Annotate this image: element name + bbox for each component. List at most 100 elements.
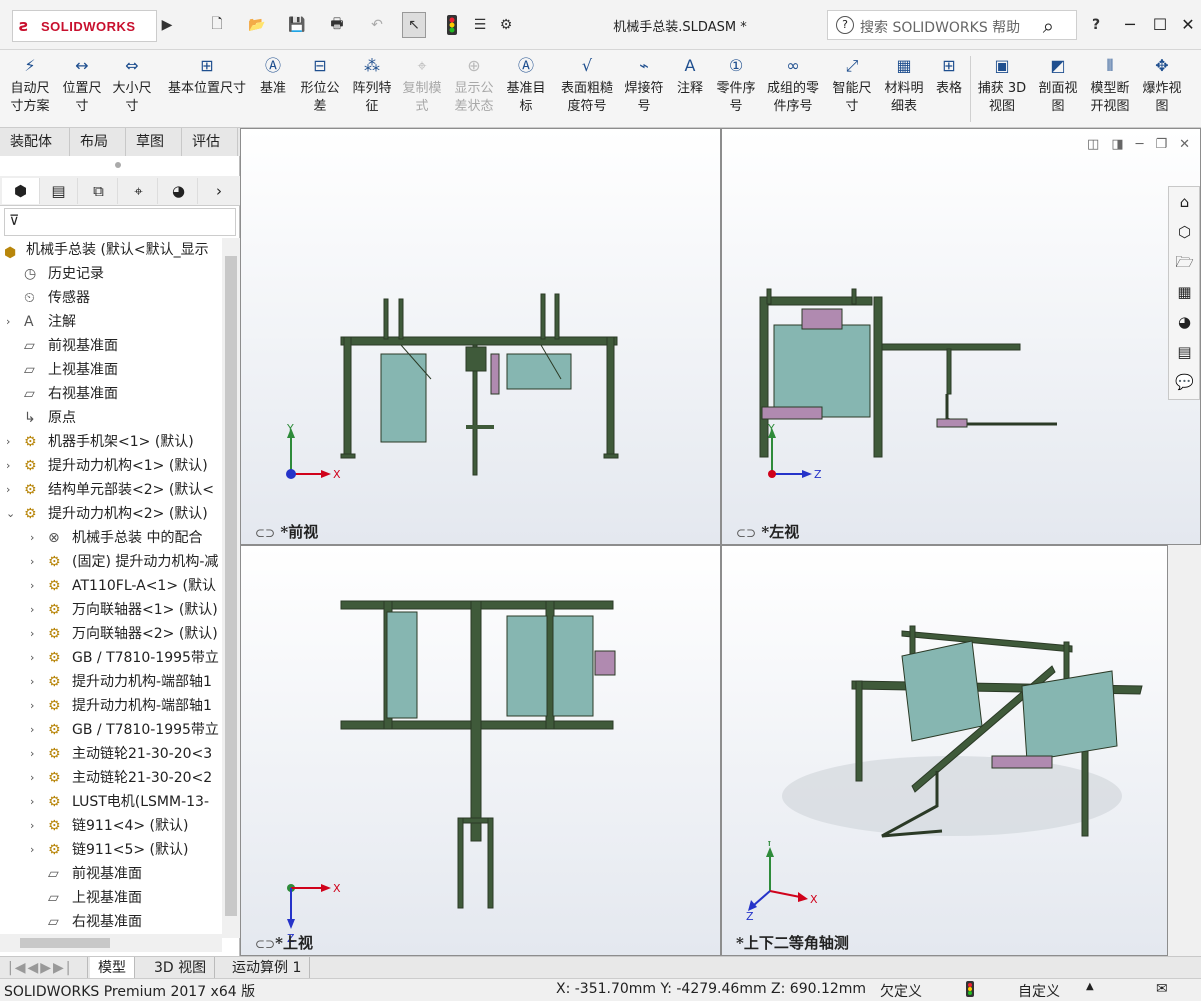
appearances-scenes-icon[interactable]: ◕ [1171,309,1198,335]
tab-scroll-arrows-icon[interactable]: |◀◀▶▶| [0,957,88,979]
cmd-model-break-view-button[interactable]: ⫴ 模型断 开视图 [1086,54,1134,116]
tab-0[interactable]: 装配体 [0,128,70,156]
bottom-tab-1[interactable]: 3D 视图 [146,957,216,979]
rebuild-status-icon[interactable] [966,981,974,1001]
tree-item[interactable]: › ⚙ 提升动力机构-端部轴1 [0,670,222,694]
tree-item[interactable]: ⏲ 传感器 [0,286,222,310]
expand-chevron-icon[interactable]: › [6,430,16,454]
dimxpert-manager-tab-icon[interactable]: ⌖ [120,178,158,204]
unit-dropdown-icon[interactable]: ▲ [1086,981,1094,992]
bottom-tab-2[interactable]: 运动算例 1 [224,957,311,979]
tree-item[interactable]: › ⚙ 万向联轴器<2> (默认) [0,622,222,646]
tree-item[interactable]: ↳ 原点 [0,406,222,430]
expand-chevron-icon[interactable]: › [30,622,40,646]
save-icon[interactable]: 💾 [286,12,308,38]
cmd-balloon-button[interactable]: ① 零件序 号 [712,54,760,116]
expand-chevron-icon[interactable]: › [30,814,40,838]
tree-item[interactable]: ▱ 右视基准面 [0,382,222,406]
solidworks-forum-icon[interactable]: 💬 [1171,369,1198,395]
expand-chevron-icon[interactable]: › [30,646,40,670]
cmd-capture-3d-view-button[interactable]: ▣ 捕获 3D 视图 [974,54,1030,116]
tree-item[interactable]: ⌄ ⚙ 提升动力机构<2> (默认) [0,502,222,526]
tree-item[interactable]: › ⚙ 结构单元部装<2> (默认< [0,478,222,502]
close-icon[interactable]: ✕ [1174,12,1201,38]
tree-item[interactable]: › ⚙ 链911<4> (默认) [0,814,222,838]
tree-item[interactable]: › ⚙ GB / T7810-1995带立 [0,646,222,670]
panel-grip[interactable] [115,162,121,168]
cmd-datum-target-button[interactable]: Ⓐ 基准目 标 [502,54,550,116]
expand-chevron-icon[interactable]: › [6,478,16,502]
file-explorer-icon[interactable]: 🗁 [1171,249,1198,275]
view-palette-icon[interactable]: ▦ [1171,279,1198,305]
help-search-box[interactable]: ? 搜索 SOLIDWORKS 帮助 ⌕ [827,10,1077,40]
collapse-chevron-icon[interactable]: ⌄ [6,502,16,526]
bottom-tab-0[interactable]: 模型 [90,957,135,979]
tree-filter-input[interactable]: ⊽ [4,208,236,236]
expand-chevron-icon[interactable]: › [30,790,40,814]
tree-vertical-scrollbar[interactable] [222,238,240,938]
tree-item[interactable]: › ⚙ 提升动力机构<1> (默认) [0,454,222,478]
tree-item[interactable]: › ⊗ 机械手总装 中的配合 [0,526,222,550]
cmd-geometric-tolerance-button[interactable]: ⊟ 形位公 差 [296,54,344,116]
cmd-show-tolerance-status-button[interactable]: ⊕ 显示公 差状态 [450,54,498,116]
help-button[interactable]: ? [1086,12,1106,38]
cmd-exploded-view-button[interactable]: ✥ 爆炸视 图 [1138,54,1186,116]
expand-chevron-icon[interactable]: › [30,742,40,766]
cmd-pattern-feature-button[interactable]: ⁂ 阵列特 征 [348,54,396,116]
cmd-copy-scheme-button[interactable]: ⌖ 复制模 式 [398,54,446,116]
cmd-table-button[interactable]: ⊞ 表格 [932,54,966,98]
cmd-datum-button[interactable]: Ⓐ 基准 [256,54,290,98]
select-cursor-icon[interactable]: ↖ [402,12,426,38]
tree-root-assembly[interactable]: ⬢机械手总装 (默认<默认_显示▲ [0,238,222,262]
cmd-weld-symbol-button[interactable]: ⌁ 焊接符 号 [620,54,668,116]
tree-item[interactable]: › ⚙ 提升动力机构-端部轴1 [0,694,222,718]
viewport-front[interactable]: Y X ⊂⊃ *前视 [240,128,721,545]
property-manager-tab-icon[interactable]: ▤ [40,178,78,204]
cmd-basic-location-dimension-button[interactable]: ⊞ 基本位置尺寸 [162,54,252,98]
expand-chevron-icon[interactable]: › [30,574,40,598]
more-tabs-chevron-icon[interactable]: › [200,178,238,204]
expand-chevron-icon[interactable]: › [30,550,40,574]
design-library-icon[interactable]: ⬡ [1171,219,1198,245]
tree-item[interactable]: › ⚙ GB / T7810-1995带立 [0,718,222,742]
maximize-icon[interactable]: ☐ [1146,12,1174,38]
solidworks-resources-home-icon[interactable]: ⌂ [1171,189,1198,215]
expand-chevron-icon[interactable]: › [30,670,40,694]
tree-item[interactable]: ▱ 右视基准面 [0,910,222,934]
expand-chevron-icon[interactable]: › [6,454,16,478]
tree-item[interactable]: › ⚙ AT110FL-A<1> (默认 [0,574,222,598]
expand-chevron-icon[interactable]: › [30,718,40,742]
rebuild-traffic-light-icon[interactable] [444,12,460,38]
custom-properties-icon[interactable]: ▤ [1171,339,1198,365]
undo-icon[interactable]: ↶ [366,12,388,38]
configuration-manager-tab-icon[interactable]: ⧉ [80,178,118,204]
cmd-auto-dimension-button[interactable]: ⚡ 自动尺 寸方案 [6,54,54,116]
expand-chevron-icon[interactable]: › [30,766,40,790]
tree-item[interactable]: › ⚙ LUST电机(LSMM-13- [0,790,222,814]
tree-item[interactable]: › ⚙ 主动链轮21-30-20<2 [0,766,222,790]
cmd-surface-finish-button[interactable]: √ 表面粗糙 度符号 [556,54,618,116]
tree-item[interactable]: › ⚙ 万向联轴器<1> (默认) [0,598,222,622]
tree-item[interactable]: › ⚙ (固定) 提升动力机构-减 [0,550,222,574]
cmd-stacked-balloon-button[interactable]: ∞ 成组的零 件序号 [762,54,824,116]
tab-2[interactable]: 草图 [126,128,182,156]
cmd-location-dimension-button[interactable]: ↔ 位置尺 寸 [60,54,104,116]
expand-chevron-icon[interactable]: › [30,526,40,550]
tab-3[interactable]: 评估 [182,128,238,156]
tree-horizontal-scrollbar[interactable] [0,934,222,952]
cmd-bom-button[interactable]: ▦ 材料明 细表 [880,54,928,116]
cmd-smart-dimension-button[interactable]: ⤢ 智能尺 寸 [828,54,876,116]
viewport-isometric[interactable]: Y X Z *上下二等角轴测 [721,545,1168,956]
tree-item[interactable]: › ⚙ 链911<5> (默认) [0,838,222,862]
minimize-icon[interactable]: ─ [1116,12,1144,38]
tree-item[interactable]: ▱ 上视基准面 [0,358,222,382]
cmd-note-button[interactable]: A 注释 [672,54,708,98]
tree-item[interactable]: ▱ 前视基准面 [0,334,222,358]
tree-item[interactable]: › ⚙ 机器手机架<1> (默认) [0,430,222,454]
solidworks-logo[interactable]: ƨ SOLIDWORKS [12,10,157,42]
options-gear-icon[interactable]: ⚙ [496,12,516,38]
cmd-section-view-button[interactable]: ◩ 剖面视 图 [1034,54,1082,116]
tree-item[interactable]: ▱ 前视基准面 [0,862,222,886]
search-icon[interactable]: ⌕ [1043,14,1054,38]
file-properties-icon[interactable]: ☰ [470,12,490,38]
